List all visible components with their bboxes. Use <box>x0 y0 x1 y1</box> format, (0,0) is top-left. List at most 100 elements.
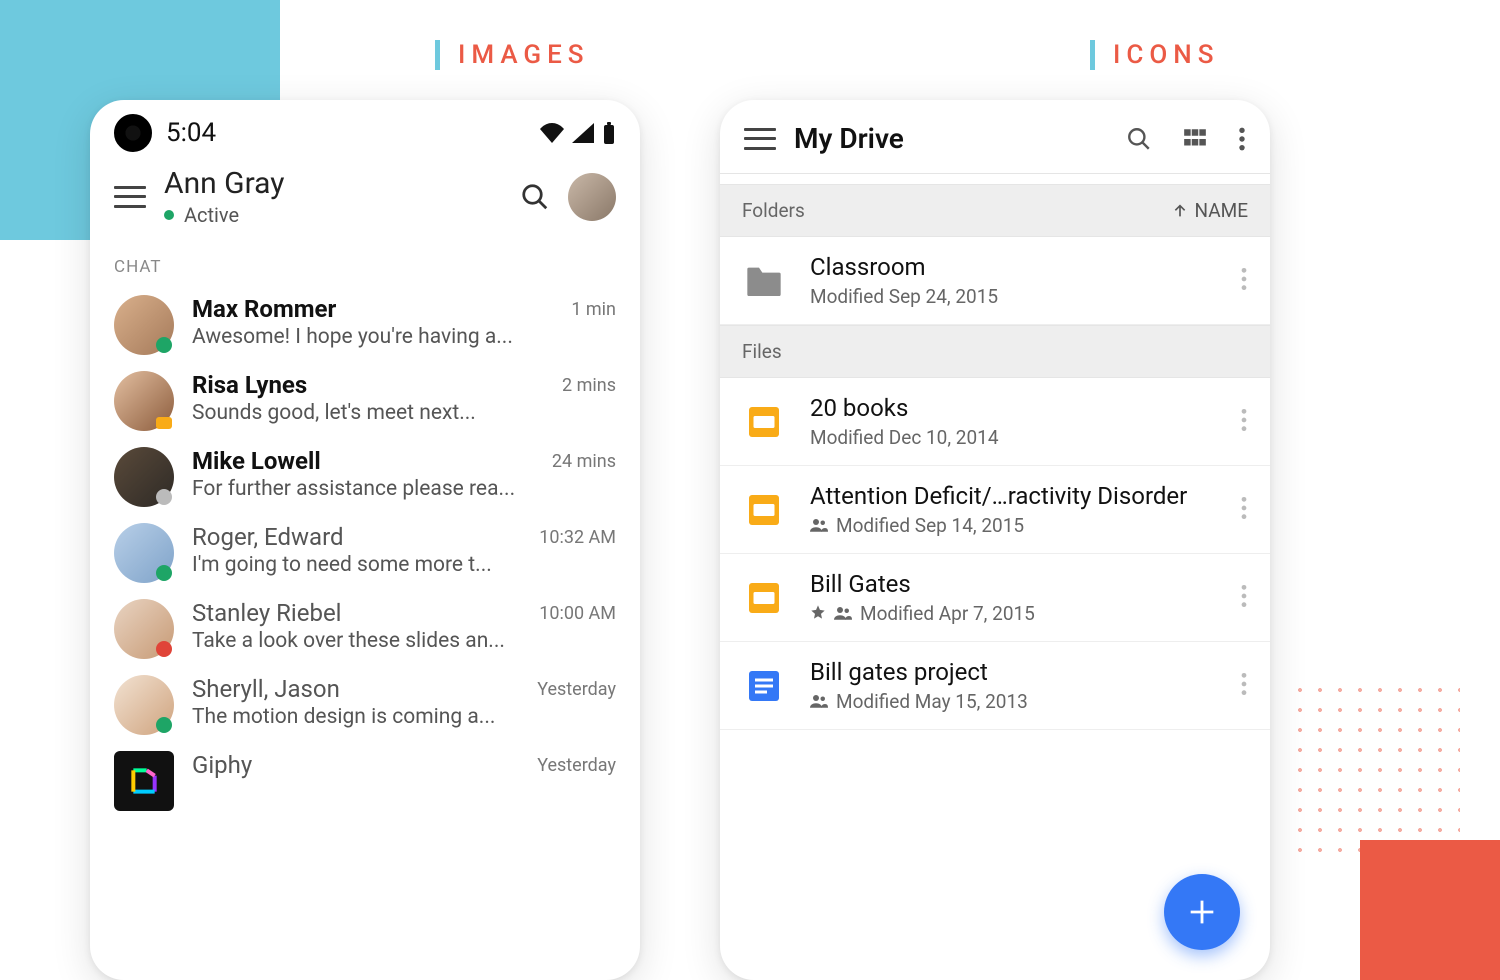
chat-preview: Take a look over these slides an... <box>192 629 521 653</box>
chat-name: Max Rommer <box>192 295 553 323</box>
file-row[interactable]: Bill gates project Modified May 15, 2013 <box>720 642 1270 730</box>
drive-header: My Drive <box>720 100 1270 174</box>
chat-name: Risa Lynes <box>192 371 544 399</box>
chat-avatar <box>114 371 174 431</box>
chat-name: Mike Lowell <box>192 447 534 475</box>
search-icon[interactable] <box>520 182 550 212</box>
chat-preview: I'm going to need some more t... <box>192 553 521 577</box>
chat-row[interactable]: Risa Lynes Sounds good, let's meet next.… <box>90 363 640 439</box>
star-icon <box>810 602 826 625</box>
decoration-dot-pattern <box>1290 680 1460 860</box>
doc-file-icon <box>742 664 786 708</box>
file-meta: Modified Apr 7, 2015 <box>810 602 1216 625</box>
chat-avatar <box>114 523 174 583</box>
video-badge-icon <box>156 417 172 429</box>
online-badge-icon <box>156 337 172 353</box>
chat-preview: For further assistance please rea... <box>192 477 534 501</box>
battery-icon <box>602 122 616 144</box>
fab-add-button[interactable] <box>1164 874 1240 950</box>
file-name: Bill Gates <box>810 570 1216 598</box>
file-meta: Modified Dec 10, 2014 <box>810 426 1216 449</box>
chat-row[interactable]: Roger, Edward I'm going to need some mor… <box>90 515 640 591</box>
drive-app-phone: My Drive Folders NAME Classroom Modified… <box>720 100 1270 980</box>
file-name: Bill gates project <box>810 658 1216 686</box>
chat-name: Roger, Edward <box>192 523 521 551</box>
slides-file-icon <box>742 576 786 620</box>
arrow-up-icon <box>1172 203 1188 219</box>
chat-time: Yesterday <box>537 751 616 776</box>
chat-row[interactable]: Giphy Yesterday <box>90 743 640 819</box>
chat-row[interactable]: Stanley Riebel Take a look over these sl… <box>90 591 640 667</box>
file-row[interactable]: Bill Gates Modified Apr 7, 2015 <box>720 554 1270 642</box>
chat-preview: Sounds good, let's meet next... <box>192 401 544 425</box>
chat-time: 10:32 AM <box>539 523 616 548</box>
chat-header: Ann Gray Active <box>90 158 640 237</box>
active-status-dot <box>164 210 174 220</box>
folders-label: Folders <box>742 199 805 222</box>
folder-list: Classroom Modified Sep 24, 2015 <box>720 237 1270 325</box>
folder-name: Classroom <box>810 253 1216 281</box>
signal-icon <box>572 123 594 143</box>
file-name: Attention Deficit/…ractivity Disorder <box>810 482 1216 510</box>
files-section-header: Files <box>720 325 1270 378</box>
label-icons-text: ICONS <box>1113 40 1219 70</box>
folder-icon <box>742 259 786 303</box>
file-meta: Modified May 15, 2013 <box>810 690 1216 713</box>
camera-lens-icon <box>114 114 152 152</box>
profile-avatar[interactable] <box>568 173 616 221</box>
file-row[interactable]: 20 books Modified Dec 10, 2014 <box>720 378 1270 466</box>
chat-list: Max Rommer Awesome! I hope you're having… <box>90 287 640 819</box>
sort-label: NAME <box>1194 199 1248 222</box>
chat-avatar <box>114 675 174 735</box>
chat-avatar <box>114 295 174 355</box>
chat-time: Yesterday <box>537 675 616 700</box>
folder-meta: Modified Sep 24, 2015 <box>810 285 1216 308</box>
chat-name: Stanley Riebel <box>192 599 521 627</box>
chat-preview: Awesome! I hope you're having a... <box>192 325 553 349</box>
chat-time: 24 mins <box>552 447 616 472</box>
chat-time: 10:00 AM <box>539 599 616 624</box>
row-more-button[interactable] <box>1240 266 1248 296</box>
chat-avatar <box>114 447 174 507</box>
chat-row[interactable]: Mike Lowell For further assistance pleas… <box>90 439 640 515</box>
chat-time: 1 min <box>571 295 616 320</box>
row-more-button[interactable] <box>1240 583 1248 613</box>
label-accent-bar <box>1090 40 1095 70</box>
shared-icon <box>810 514 828 537</box>
search-icon[interactable] <box>1126 126 1152 152</box>
file-row[interactable]: Attention Deficit/…ractivity Disorder Mo… <box>720 466 1270 554</box>
chat-time: 2 mins <box>562 371 616 396</box>
plus-icon <box>1185 895 1219 929</box>
shared-icon <box>810 690 828 713</box>
label-icons: ICONS <box>1090 40 1219 70</box>
row-more-button[interactable] <box>1240 407 1248 437</box>
statusbar: 5:04 <box>90 100 640 158</box>
menu-icon[interactable] <box>114 186 146 208</box>
chat-avatar <box>114 599 174 659</box>
file-list: 20 books Modified Dec 10, 2014 Attention… <box>720 378 1270 730</box>
sort-button[interactable]: NAME <box>1172 199 1248 222</box>
away-badge-icon <box>156 489 172 505</box>
chat-preview: The motion design is coming a... <box>192 705 519 729</box>
online-badge-icon <box>156 565 172 581</box>
shared-icon <box>834 602 852 625</box>
row-more-button[interactable] <box>1240 671 1248 701</box>
label-images-text: IMAGES <box>458 40 590 70</box>
wifi-icon <box>540 123 564 143</box>
giphy-icon <box>114 751 174 811</box>
file-meta: Modified Sep 14, 2015 <box>810 514 1216 537</box>
menu-icon[interactable] <box>744 128 776 150</box>
chat-section-label: CHAT <box>90 237 640 287</box>
more-icon[interactable] <box>1238 126 1246 152</box>
chat-row[interactable]: Max Rommer Awesome! I hope you're having… <box>90 287 640 363</box>
file-name: 20 books <box>810 394 1216 422</box>
grid-view-icon[interactable] <box>1182 126 1208 152</box>
status-time: 5:04 <box>166 118 216 148</box>
folder-row[interactable]: Classroom Modified Sep 24, 2015 <box>720 237 1270 325</box>
chat-name: Giphy <box>192 751 519 779</box>
folders-section-header: Folders NAME <box>720 184 1270 237</box>
chat-app-phone: 5:04 Ann Gray Active CHAT Max Rommer Awe… <box>90 100 640 980</box>
chat-row[interactable]: Sheryll, Jason The motion design is comi… <box>90 667 640 743</box>
row-more-button[interactable] <box>1240 495 1248 525</box>
slides-file-icon <box>742 488 786 532</box>
